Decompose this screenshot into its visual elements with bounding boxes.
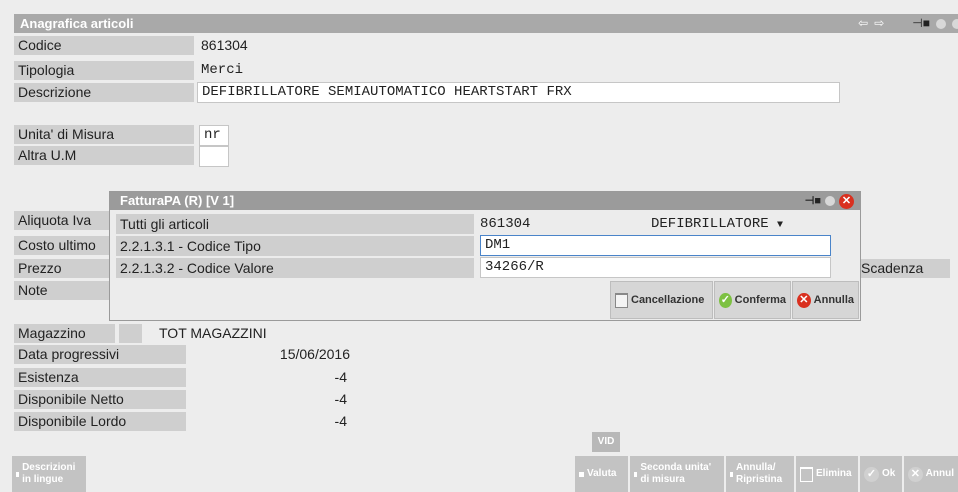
bullet-icon [579, 471, 584, 477]
forward-arrow-icon[interactable]: ⇨ [874, 14, 884, 33]
annulla-ripristina-label: Annulla/ Ripristina [736, 462, 783, 485]
data-progressivi-label: Data progressivi [14, 345, 186, 364]
disponibile-netto-value: -4 [334, 391, 347, 407]
esistenza-value: -4 [334, 369, 347, 385]
window-title: Anagrafica articoli [20, 16, 134, 31]
disponibile-netto-label: Disponibile Netto [14, 390, 186, 409]
ok-button[interactable]: ✓ Ok [860, 456, 902, 492]
window-title-bar: Anagrafica articoli ⇦ ⇨ ⊣■ [14, 14, 958, 33]
dialog-row-label: Tutti gli articoli [116, 214, 474, 234]
magazzino-value: TOT MAGAZZINI [159, 325, 267, 341]
seconda-unita-button[interactable]: Seconda unita' di misura [630, 456, 724, 492]
descrizione-field[interactable]: DEFIBRILLATORE SEMIAUTOMATICO HEARTSTART… [197, 82, 840, 103]
pin-icon[interactable]: ⊣■ [912, 14, 930, 33]
annulla-label: Annulla [813, 294, 854, 306]
check-icon: ✓ [719, 292, 732, 308]
valuta-label: Valuta [587, 468, 617, 479]
altra-um-field[interactable] [199, 146, 229, 167]
prezzo-label: Prezzo [14, 259, 109, 278]
close-icon: ✕ [908, 466, 923, 482]
annulla-ripristina-button[interactable]: Annulla/ Ripristina [726, 456, 794, 492]
codice-tipo-field[interactable]: DM1 [480, 235, 831, 256]
magazzino-code-field[interactable] [119, 324, 142, 343]
conferma-button[interactable]: ✓ Conferma [714, 281, 791, 319]
disponibile-lordo-value: -4 [334, 413, 347, 429]
elimina-button[interactable]: Elimina [796, 456, 858, 492]
dialog-title: FatturaPA (R) [V 1] [120, 193, 235, 208]
tipologia-label: Tipologia [14, 61, 194, 80]
codice-label: Codice [14, 36, 194, 55]
annul-label: Annul [925, 468, 954, 479]
bullet-icon [16, 471, 20, 477]
close-icon[interactable]: ✕ [839, 193, 854, 209]
esistenza-label: Esistenza [14, 368, 186, 387]
minimize-icon[interactable] [825, 196, 835, 206]
magazzino-label: Magazzino [14, 324, 115, 343]
cancellazione-label: Cancellazione [631, 294, 705, 306]
altra-um-label: Altra U.M [14, 146, 194, 165]
conferma-label: Conferma [734, 294, 786, 306]
seconda-unita-label: Seconda unita' di misura [640, 462, 712, 485]
vid-button[interactable]: VID [592, 432, 620, 452]
disponibile-lordo-label: Disponibile Lordo [14, 412, 186, 431]
minimize-icon[interactable] [936, 18, 946, 29]
elimina-label: Elimina [816, 468, 852, 479]
descrizioni-lingue-button[interactable]: Descrizioni in lingue [12, 456, 86, 492]
um-field[interactable]: nr [199, 125, 229, 146]
annulla-button[interactable]: ✕ Annulla [792, 281, 859, 319]
trash-icon [615, 292, 628, 308]
data-progressivi-value: 15/06/2016 [279, 346, 350, 362]
um-label: Unita' di Misura [14, 125, 194, 144]
fatturapa-dialog: FatturaPA (R) [V 1] ⊣■ ✕ Tutti gli artic… [109, 191, 861, 321]
dialog-title-bar: FatturaPA (R) [V 1] ⊣■ ✕ [110, 192, 860, 210]
title-icons: ⇦ ⇨ ⊣■ [858, 14, 958, 33]
note-label: Note [14, 281, 109, 300]
descrizioni-lingue-label: Descrizioni in lingue [22, 462, 76, 485]
dialog-title-icons: ⊣■ ✕ [805, 193, 854, 209]
dialog-row-value: 861304 [480, 216, 531, 232]
ok-label: Ok [882, 468, 896, 479]
tipologia-value[interactable]: Merci [201, 61, 243, 80]
codice-valore-field[interactable]: 34266/R [480, 257, 831, 278]
aliquota-label: Aliquota Iva [14, 211, 109, 230]
costo-label: Costo ultimo [14, 236, 109, 255]
annul-button[interactable]: ✕ Annul [904, 456, 958, 492]
pin-icon[interactable]: ⊣■ [805, 192, 821, 210]
scadenza-label: Scadenza [859, 259, 950, 278]
dialog-row-label: 2.2.1.3.1 - Codice Tipo [116, 236, 474, 256]
descrizione-label: Descrizione [14, 83, 194, 102]
trash-icon [800, 466, 813, 482]
chevron-down-icon: ▼ [777, 220, 784, 231]
article-select[interactable]: DEFIBRILLATORE ▼ [651, 214, 783, 234]
bullet-icon [634, 471, 638, 477]
close-window-icon[interactable] [952, 18, 958, 29]
codice-value: 861304 [201, 37, 248, 53]
dialog-row-label: 2.2.1.3.2 - Codice Valore [116, 258, 474, 278]
valuta-button[interactable]: Valuta [575, 456, 628, 492]
article-select-value: DEFIBRILLATORE [651, 216, 769, 232]
cancellazione-button[interactable]: Cancellazione [610, 281, 713, 319]
back-arrow-icon[interactable]: ⇦ [858, 14, 868, 33]
check-icon: ✓ [864, 466, 879, 482]
close-icon: ✕ [797, 292, 811, 308]
bullet-icon [730, 471, 734, 477]
